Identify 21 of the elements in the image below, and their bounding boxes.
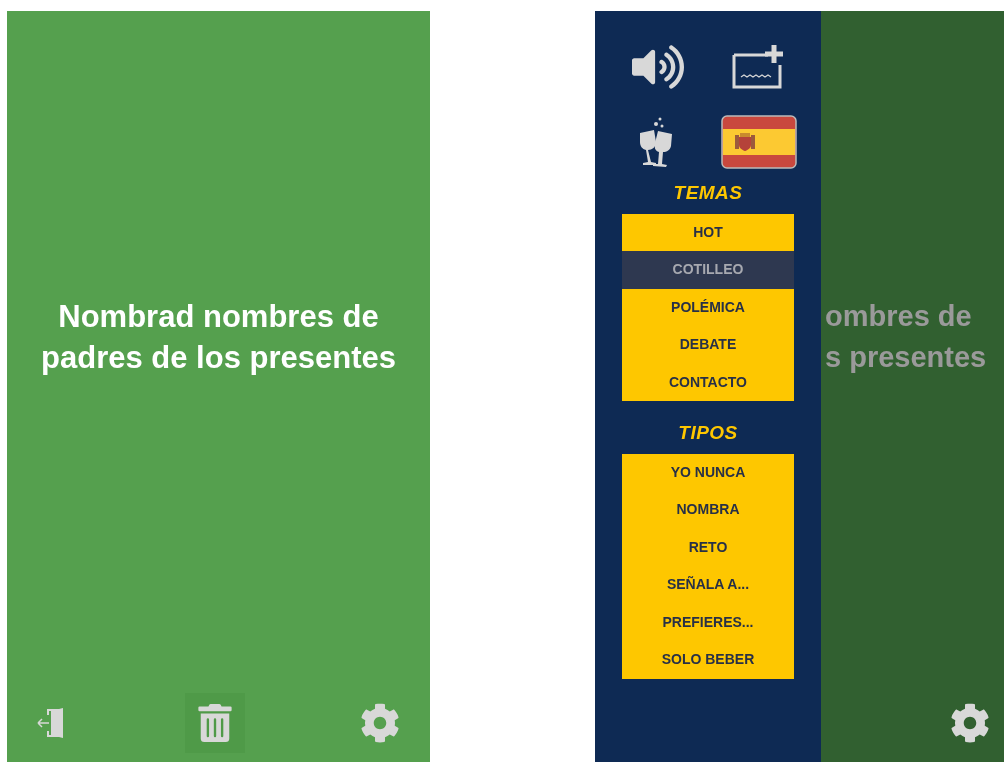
prompt-text: padres de los presentes: [41, 338, 396, 377]
menu-option[interactable]: PREFIERES...: [622, 603, 794, 641]
menu-option[interactable]: CONTACTO: [622, 363, 794, 401]
settings-icon[interactable]: [950, 703, 990, 743]
menu-option[interactable]: SEÑALA A...: [622, 566, 794, 604]
prompt-text: Nombrad nombres de: [58, 297, 379, 336]
prompt-text: s presentes: [825, 339, 987, 375]
menu-option[interactable]: POLÉMICA: [622, 288, 794, 326]
menu-option[interactable]: NOMBRA: [622, 491, 794, 529]
section-title: TIPOS: [678, 421, 738, 445]
spanish-flag-icon[interactable]: [720, 115, 797, 169]
add-card-icon[interactable]: [731, 43, 786, 91]
menu-option[interactable]: DEBATE: [622, 326, 794, 364]
menu-option[interactable]: YO NUNCA: [622, 453, 794, 491]
menu-option[interactable]: COTILLEO: [622, 251, 794, 289]
menu-option[interactable]: HOT: [622, 213, 794, 251]
section-title: TEMAS: [673, 181, 743, 205]
menu-option[interactable]: SOLO BEBER: [622, 641, 794, 679]
menu-option[interactable]: RETO: [622, 528, 794, 566]
prompt-text: ombres de: [825, 298, 972, 334]
trash-icon: [195, 704, 234, 742]
